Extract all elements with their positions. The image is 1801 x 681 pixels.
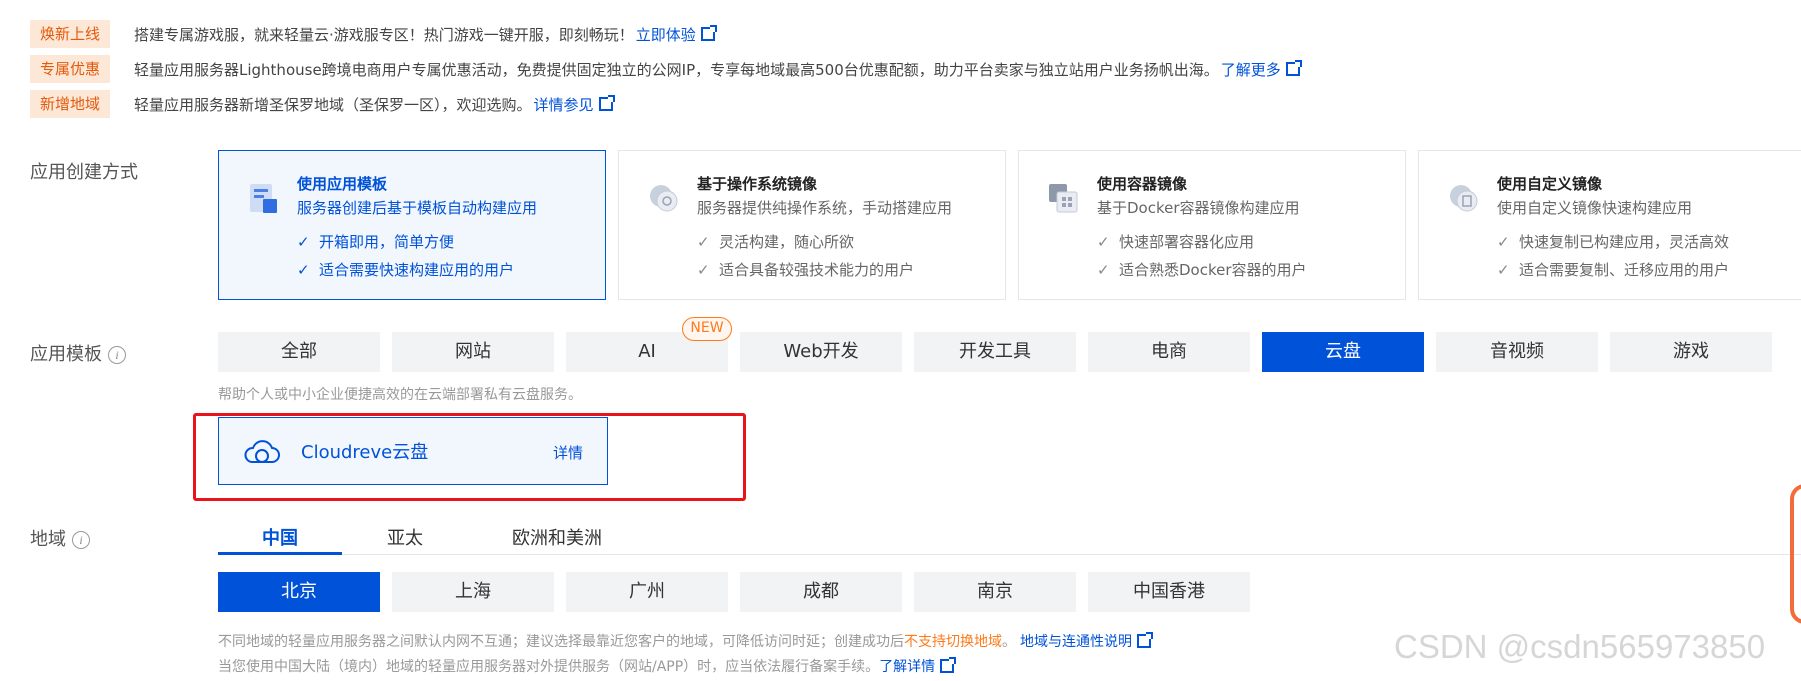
- learn-more-link[interactable]: 了解详情: [879, 659, 935, 675]
- region-note: 不同地域的轻量应用服务器之间默认内网不互通；建议选择最靠近您客户的地域，可降低访…: [218, 631, 1153, 651]
- feature-text: 适合需要快速构建应用的用户: [319, 261, 515, 279]
- mode-feature: ✓ 适合需要复制、迁移应用的用户: [1497, 259, 1729, 280]
- tab-games[interactable]: 游戏: [1610, 332, 1772, 372]
- feature-text: 灵活构建，随心所欲: [719, 233, 855, 251]
- notice-link[interactable]: 立即体验: [636, 26, 696, 44]
- note-text: 。: [1002, 634, 1016, 650]
- notice-text: 轻量应用服务器Lighthouse跨境电商用户专属优惠活动，免费提供固定独立的公…: [134, 59, 1302, 80]
- check-icon: ✓: [1497, 261, 1510, 279]
- region-tab-europe-america[interactable]: 欧洲和美洲: [512, 524, 602, 550]
- city-nanjing[interactable]: 南京: [914, 572, 1076, 612]
- mode-card-template[interactable]: 使用应用模板 服务器创建后基于模板自动构建应用 ✓ 开箱即用，简单方便 ✓ 适合需要…: [218, 150, 606, 300]
- os-image-icon: [650, 185, 678, 212]
- check-icon: ✓: [697, 261, 710, 279]
- mode-subtitle: 服务器创建后基于模板自动构建应用: [297, 199, 538, 217]
- mode-feature: ✓ 快速复制已构建应用，灵活高效: [1497, 231, 1729, 252]
- notice-tag: 焕新上线: [30, 20, 110, 48]
- region-tab-asia-pacific[interactable]: 亚太: [387, 524, 423, 550]
- region-connectivity-link[interactable]: 地域与连通性说明: [1020, 634, 1132, 650]
- mode-feature: ✓ 开箱即用，简单方便: [297, 231, 454, 252]
- check-icon: ✓: [1097, 233, 1110, 251]
- app-template-label-text: 应用模板: [30, 344, 102, 365]
- tab-website[interactable]: 网站: [392, 332, 554, 372]
- mode-feature: ✓ 适合熟悉Docker容器的用户: [1097, 259, 1307, 280]
- note-warning: 不支持切换地域: [904, 634, 1002, 650]
- edge-decoration: [1790, 484, 1801, 624]
- custom-image-icon: [1450, 185, 1478, 212]
- container-image-icon: [1049, 184, 1078, 213]
- check-icon: ✓: [1097, 261, 1110, 279]
- mode-feature: ✓ 适合需要快速构建应用的用户: [297, 259, 514, 280]
- tab-dev-tools[interactable]: 开发工具: [914, 332, 1076, 372]
- region-label-text: 地域: [30, 529, 66, 550]
- mode-title: 使用应用模板: [297, 175, 388, 193]
- mode-title: 使用容器镜像: [1097, 175, 1188, 193]
- tab-audio-video[interactable]: 音视频: [1436, 332, 1598, 372]
- external-link-icon[interactable]: [598, 95, 615, 111]
- mode-card-custom-image[interactable]: 使用自定义镜像 使用自定义镜像快速构建应用 ✓ 快速复制已构建应用，灵活高效 ✓ 适…: [1418, 150, 1801, 300]
- new-badge: NEW: [682, 317, 732, 341]
- tab-all[interactable]: 全部: [218, 332, 380, 372]
- feature-text: 适合需要复制、迁移应用的用户: [1519, 261, 1730, 279]
- highlight-box: [193, 413, 746, 501]
- external-link-icon[interactable]: [700, 25, 717, 41]
- note-text: 当您使用中国大陆（境内）地域的轻量应用服务器对外提供服务（网站/APP）时，应当…: [218, 659, 880, 675]
- watermark: CSDN @csdn565973850: [1394, 628, 1766, 665]
- mode-feature: ✓ 灵活构建，随心所欲: [697, 231, 854, 252]
- notice-text: 轻量应用服务器新增圣保罗地域（圣保罗一区），欢迎选购。 详情参见: [134, 94, 615, 115]
- external-link-icon[interactable]: [1285, 60, 1302, 76]
- check-icon: ✓: [1497, 233, 1510, 251]
- region-label: 地域 i: [30, 525, 90, 551]
- region-tabs-divider: [218, 554, 1801, 555]
- mode-subtitle: 基于Docker容器镜像构建应用: [1097, 199, 1300, 217]
- info-icon[interactable]: i: [72, 531, 90, 549]
- tab-cloud-disk[interactable]: 云盘: [1262, 332, 1424, 372]
- app-template-label: 应用模板 i: [30, 340, 126, 366]
- feature-text: 快速部署容器化应用: [1119, 233, 1255, 251]
- external-link-icon[interactable]: [940, 657, 957, 673]
- mode-title: 使用自定义镜像: [1497, 175, 1603, 193]
- mode-card-os-image[interactable]: 基于操作系统镜像 服务器提供纯操作系统，手动搭建应用 ✓ 灵活构建，随心所欲 ✓ 适…: [618, 150, 1006, 300]
- creation-mode-label: 应用创建方式: [30, 162, 138, 183]
- mode-feature: ✓ 快速部署容器化应用: [1097, 231, 1254, 252]
- mode-subtitle: 服务器提供纯操作系统，手动搭建应用: [697, 199, 953, 217]
- tab-ecommerce[interactable]: 电商: [1088, 332, 1250, 372]
- info-icon[interactable]: i: [108, 346, 126, 364]
- template-icon: [250, 184, 277, 213]
- notice-text-body: 轻量应用服务器Lighthouse跨境电商用户专属优惠活动，免费提供固定独立的公…: [134, 60, 1219, 79]
- city-chengdu[interactable]: 成都: [740, 572, 902, 612]
- notice-text-body: 轻量应用服务器新增圣保罗地域（圣保罗一区），欢迎选购。: [134, 95, 532, 114]
- city-guangzhou[interactable]: 广州: [566, 572, 728, 612]
- city-beijing[interactable]: 北京: [218, 572, 380, 612]
- mode-feature: ✓ 适合具备较强技术能力的用户: [697, 259, 914, 280]
- notice-tag: 专属优惠: [30, 55, 110, 83]
- template-description: 帮助个人或中小企业便捷高效的在云端部署私有云盘服务。: [218, 387, 582, 403]
- notice-text-body: 搭建专属游戏服，就来轻量云·游戏服专区！热门游戏一键开服，即刻畅玩！: [134, 25, 634, 44]
- tab-web-dev[interactable]: Web开发: [740, 332, 902, 372]
- feature-text: 开箱即用，简单方便: [319, 233, 455, 251]
- notice-link[interactable]: 了解更多: [1221, 61, 1281, 79]
- region-tab-china[interactable]: 中国: [262, 524, 298, 550]
- notice-tag: 新增地域: [30, 90, 110, 118]
- mode-subtitle: 使用自定义镜像快速构建应用: [1497, 199, 1693, 217]
- external-link-icon[interactable]: [1137, 632, 1153, 648]
- feature-text: 适合具备较强技术能力的用户: [719, 261, 915, 279]
- check-icon: ✓: [697, 233, 710, 251]
- feature-text: 适合熟悉Docker容器的用户: [1119, 261, 1307, 279]
- icp-note: 当您使用中国大陆（境内）地域的轻量应用服务器对外提供服务（网站/APP）时，应当…: [218, 656, 957, 676]
- city-shanghai[interactable]: 上海: [392, 572, 554, 612]
- notice-row: 专属优惠 轻量应用服务器Lighthouse跨境电商用户专属优惠活动，免费提供固…: [30, 55, 1302, 83]
- notice-row: 焕新上线 搭建专属游戏服，就来轻量云·游戏服专区！热门游戏一键开服，即刻畅玩！立…: [30, 20, 717, 48]
- check-icon: ✓: [297, 261, 310, 279]
- note-text: 不同地域的轻量应用服务器之间默认内网不互通；建议选择最靠近您客户的地域，可降低访…: [218, 634, 904, 650]
- mode-title: 基于操作系统镜像: [697, 175, 818, 193]
- feature-text: 快速复制已构建应用，灵活高效: [1519, 233, 1730, 251]
- check-icon: ✓: [297, 233, 310, 251]
- notice-text: 搭建专属游戏服，就来轻量云·游戏服专区！热门游戏一键开服，即刻畅玩！ 立即体验: [134, 24, 717, 45]
- notice-row: 新增地域 轻量应用服务器新增圣保罗地域（圣保罗一区），欢迎选购。 详情参见: [30, 90, 615, 118]
- mode-card-container-image[interactable]: 使用容器镜像 基于Docker容器镜像构建应用 ✓ 快速部署容器化应用 ✓ 适合熟悉…: [1018, 150, 1406, 300]
- notice-link[interactable]: 详情参见: [534, 96, 594, 114]
- region-tab-indicator: [218, 552, 342, 555]
- city-hong-kong[interactable]: 中国香港: [1088, 572, 1250, 612]
